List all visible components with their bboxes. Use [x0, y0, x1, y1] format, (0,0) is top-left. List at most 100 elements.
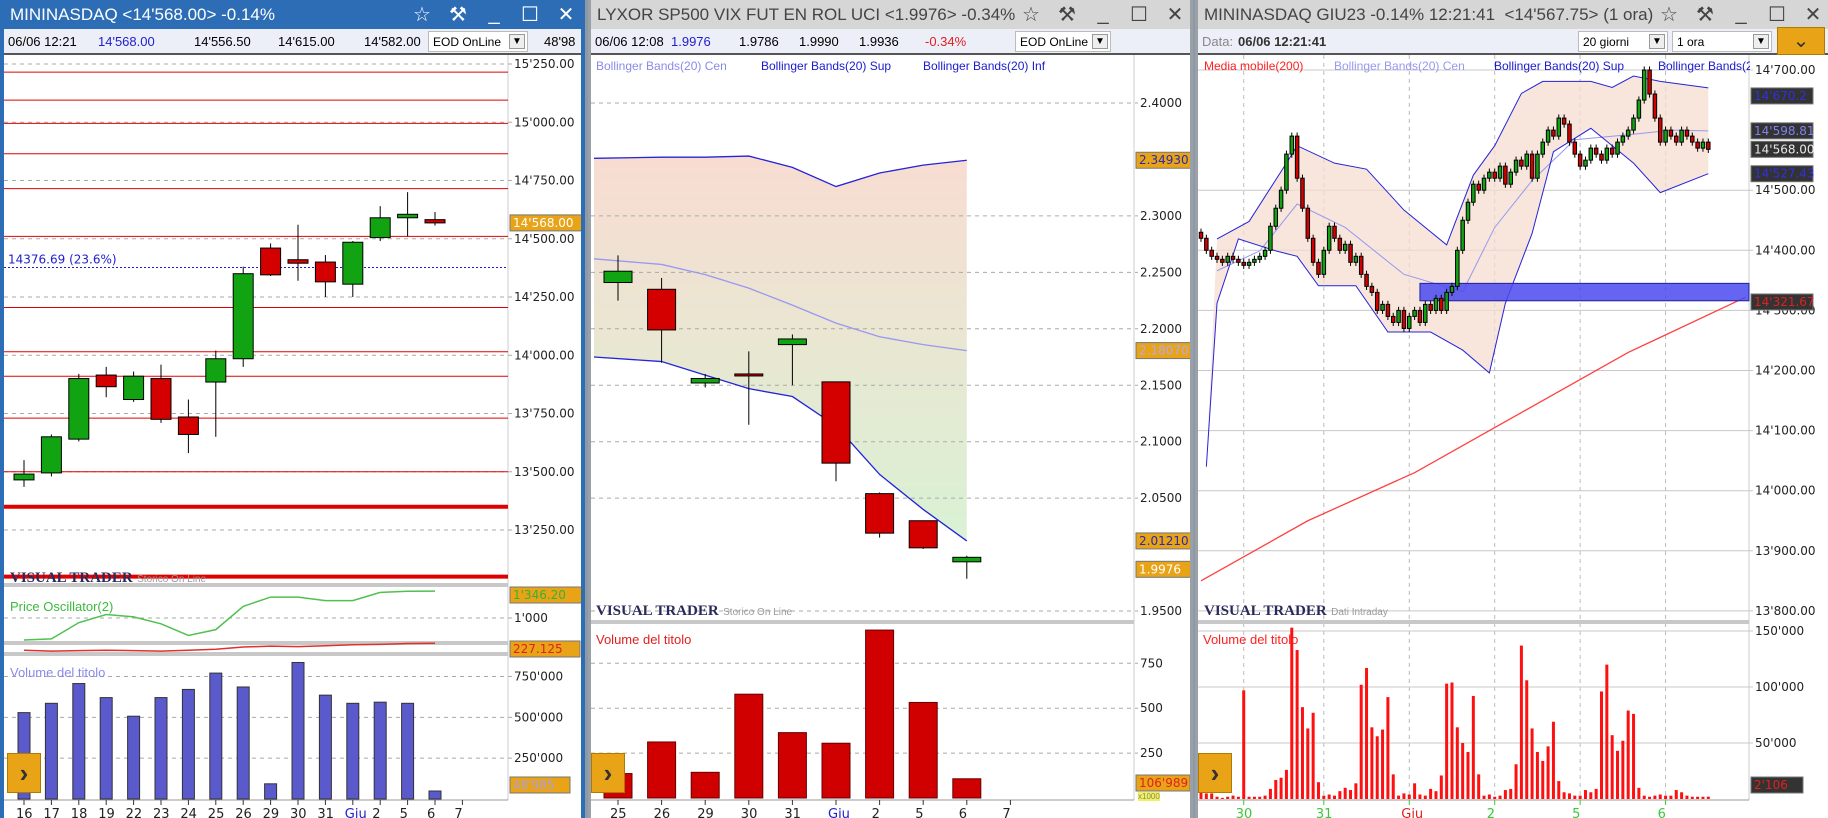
volume-bar — [373, 701, 387, 800]
volume-bar — [1509, 788, 1513, 799]
candle-body — [287, 259, 309, 264]
candle — [908, 520, 938, 549]
minimize-icon[interactable]: _ — [483, 3, 505, 26]
candle-body — [1289, 135, 1295, 155]
volume-bar — [1482, 795, 1486, 799]
volume-bar — [1370, 727, 1374, 799]
volume-bar — [1573, 795, 1577, 799]
candle-body — [1636, 99, 1642, 119]
volume-bar — [428, 790, 442, 800]
volume-bar — [1525, 680, 1529, 799]
logo-text: VISUAL TRADER — [10, 570, 133, 586]
candle — [314, 255, 336, 297]
volume-bar — [1300, 707, 1304, 799]
data-source-dropdown[interactable]: EOD OnLine ▼ — [1015, 31, 1111, 52]
y-tick-label: 2.2500 — [1140, 265, 1182, 279]
candle — [1284, 150, 1289, 194]
candle-body — [123, 375, 145, 401]
minimize-icon[interactable]: _ — [1730, 3, 1752, 26]
price-badge: 1.9976 — [1139, 562, 1181, 576]
candle — [1278, 186, 1284, 212]
x-tick-label: 29 — [697, 807, 714, 818]
title-bar[interactable]: MININASDAQ <14'568.00> -0.14% ☆ ⚒ _ ☐ ✕ — [4, 0, 581, 29]
collapse-toolbar-button[interactable]: ⌄ — [1777, 27, 1825, 55]
quote-value-2: 1.9990 — [799, 34, 839, 49]
candle-body — [1423, 303, 1428, 323]
candle-body — [1609, 147, 1615, 155]
star-icon[interactable]: ☆ — [411, 2, 433, 27]
candle-body — [777, 338, 807, 346]
candle — [287, 224, 309, 281]
logo-subtitle: Storico On Line — [723, 607, 793, 618]
candle-body — [1497, 165, 1503, 179]
star-icon[interactable]: ☆ — [1020, 2, 1042, 27]
candle-body — [1204, 237, 1209, 251]
candle — [865, 492, 895, 538]
pane-separator — [591, 620, 1134, 624]
star-icon[interactable]: ☆ — [1658, 2, 1680, 27]
volume-bar — [99, 697, 113, 800]
title-bar[interactable]: LYXOR SP500 VIX FUT EN ROL UCI <1.9976> … — [591, 0, 1190, 29]
volume-bar — [1477, 774, 1481, 799]
volume-bar — [318, 694, 332, 800]
volume-bar — [1354, 783, 1358, 799]
close-icon[interactable]: ✕ — [1164, 2, 1186, 27]
x-tick-label: 17 — [43, 807, 60, 818]
x-tick-label: 30 — [290, 807, 307, 818]
expand-panel-button[interactable]: › — [591, 753, 625, 793]
candle — [1567, 120, 1572, 146]
maximize-icon[interactable]: ☐ — [519, 2, 541, 27]
range-dropdown[interactable]: 20 giorni ▼ — [1578, 31, 1668, 52]
title-bar[interactable]: MININASDAQ GIU23 -0.14% 12:21:41 <14'567… — [1198, 0, 1828, 29]
data-source-dropdown[interactable]: EOD OnLine ▼ — [428, 31, 528, 52]
hammer-icon[interactable]: ⚒ — [447, 2, 469, 27]
candle-body — [1407, 315, 1412, 329]
y-tick-label: 13'900.00 — [1755, 544, 1816, 558]
volume-bar — [1407, 794, 1411, 799]
volume-bar — [1487, 794, 1491, 799]
x-tick-label: 5 — [915, 807, 923, 818]
price-chart[interactable]: 2.4000 2.3000 2.2500 2.2000 2.1500 2.1000 2.05… — [591, 55, 1190, 818]
candle — [952, 555, 982, 579]
price-chart[interactable]: 14'700.0014'500.0014'400.0014'300.0014'2… — [1198, 55, 1828, 818]
y-tick-label: 2.3000 — [1140, 209, 1182, 223]
x-tick-label: 6 — [427, 807, 435, 818]
candle-body — [1220, 258, 1225, 263]
volume-bar — [1204, 793, 1208, 799]
candle-body — [1465, 201, 1471, 221]
candle — [1236, 255, 1241, 266]
volume-bar — [952, 778, 982, 799]
expand-panel-button[interactable]: › — [1198, 753, 1232, 793]
oscillator-label: Price Oscillator(2) — [10, 599, 114, 614]
candle-body — [1342, 243, 1348, 251]
volume-bar — [1690, 796, 1694, 799]
expand-panel-button[interactable]: › — [7, 753, 41, 793]
candle-body — [1663, 129, 1668, 143]
price-chart[interactable]: 15'250.00 15'000.00 14'750.00 14'500.00 14'2… — [4, 55, 581, 818]
x-tick-label: Giu — [828, 807, 850, 818]
interval-dropdown[interactable]: 1 ora ▼ — [1672, 31, 1772, 52]
hammer-icon[interactable]: ⚒ — [1056, 2, 1078, 27]
candle-body — [1369, 285, 1375, 293]
maximize-icon[interactable]: ☐ — [1766, 2, 1788, 27]
candle-body — [1684, 129, 1690, 137]
candle-body — [314, 261, 336, 283]
candle-body — [1545, 129, 1551, 143]
hammer-icon[interactable]: ⚒ — [1694, 2, 1716, 27]
y-tick-label: 14'500.00 — [1755, 183, 1816, 197]
candle-body — [1273, 207, 1279, 227]
candle — [1444, 288, 1449, 315]
close-icon[interactable]: ✕ — [555, 2, 577, 27]
candle-body — [1604, 147, 1610, 161]
price-badge: 14'670.2 — [1754, 89, 1807, 103]
candle-body — [1583, 159, 1588, 167]
zone-badge: 14'321.67 — [1754, 295, 1815, 309]
close-icon[interactable]: ✕ — [1802, 2, 1824, 27]
candle — [342, 241, 364, 297]
candle-body — [1252, 258, 1257, 263]
minimize-icon[interactable]: _ — [1092, 3, 1114, 26]
maximize-icon[interactable]: ☐ — [1128, 2, 1150, 27]
quote-info-bar: 06/06 12:21 14'568.00 14'556.50 14'615.0… — [4, 29, 581, 55]
candle — [1289, 132, 1295, 158]
window-title: LYXOR SP500 VIX FUT EN ROL UCI <1.9976> … — [597, 4, 1016, 24]
